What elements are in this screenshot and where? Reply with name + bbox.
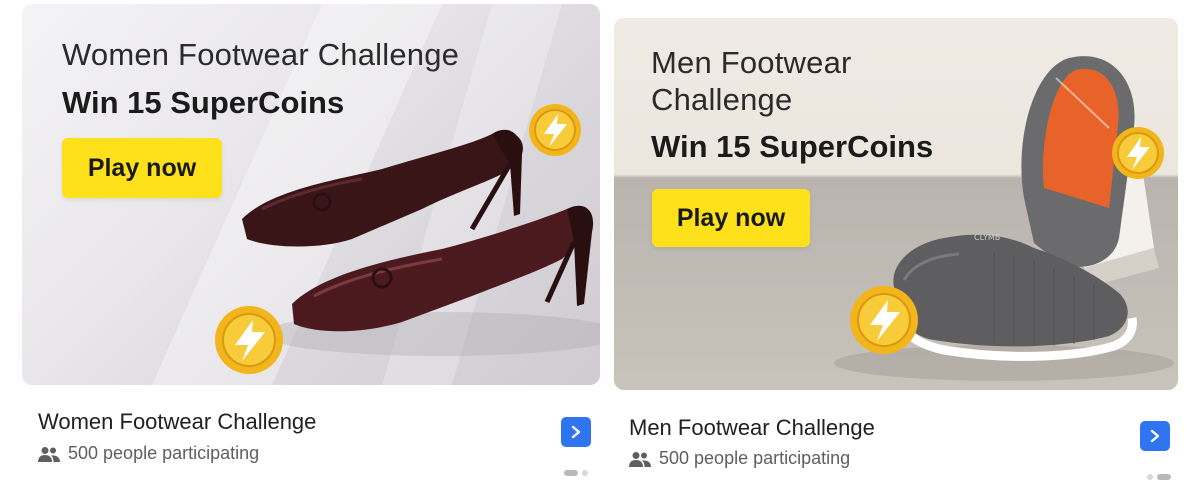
carousel-dot-active <box>564 470 578 476</box>
carousel-dot <box>582 470 588 476</box>
chevron-right-icon <box>1150 429 1160 443</box>
challenge-title: Men Footwear Challenge <box>629 415 875 440</box>
participants-count: 500 people participating <box>659 448 851 468</box>
banner-subtitle: Win 15 SuperCoins <box>62 85 345 120</box>
banner-image[interactable]: Women Footwear Challenge Win 15 SuperCoi… <box>22 4 600 385</box>
supercoin-icon <box>529 104 581 156</box>
carousel-dot <box>1147 474 1153 480</box>
open-challenge-button[interactable] <box>1140 421 1170 451</box>
supercoin-icon <box>215 306 283 374</box>
people-icon <box>38 446 60 462</box>
play-now-button[interactable]: Play now <box>652 189 810 247</box>
challenge-card-men[interactable]: CLYMB Men Footwear Challenge Win 15 Supe… <box>614 18 1178 482</box>
banner-title: Women Footwear Challenge <box>62 37 460 72</box>
supercoin-icon <box>1112 127 1164 179</box>
carousel-dot-active <box>1157 474 1171 480</box>
participants-count: 500 people participating <box>68 443 260 463</box>
open-challenge-button[interactable] <box>561 417 591 447</box>
people-icon <box>629 451 651 467</box>
brand-mark: CLYMB <box>974 233 1000 242</box>
challenge-title: Women Footwear Challenge <box>38 409 317 434</box>
banner-title: Men Footwear Challenge <box>651 45 852 118</box>
carousel-indicator <box>564 470 588 476</box>
supercoin-icon <box>850 286 918 354</box>
banner-subtitle: Win 15 SuperCoins <box>651 129 934 164</box>
participants-info: 500 people participating <box>38 443 259 464</box>
chevron-right-icon <box>571 425 581 439</box>
challenge-card-women[interactable]: Women Footwear Challenge Win 15 SuperCoi… <box>22 4 600 482</box>
banner-image[interactable]: CLYMB Men Footwear Challenge Win 15 Supe… <box>614 18 1178 390</box>
play-now-button[interactable]: Play now <box>62 138 222 198</box>
participants-info: 500 people participating <box>629 448 850 469</box>
carousel-indicator <box>1147 474 1171 480</box>
